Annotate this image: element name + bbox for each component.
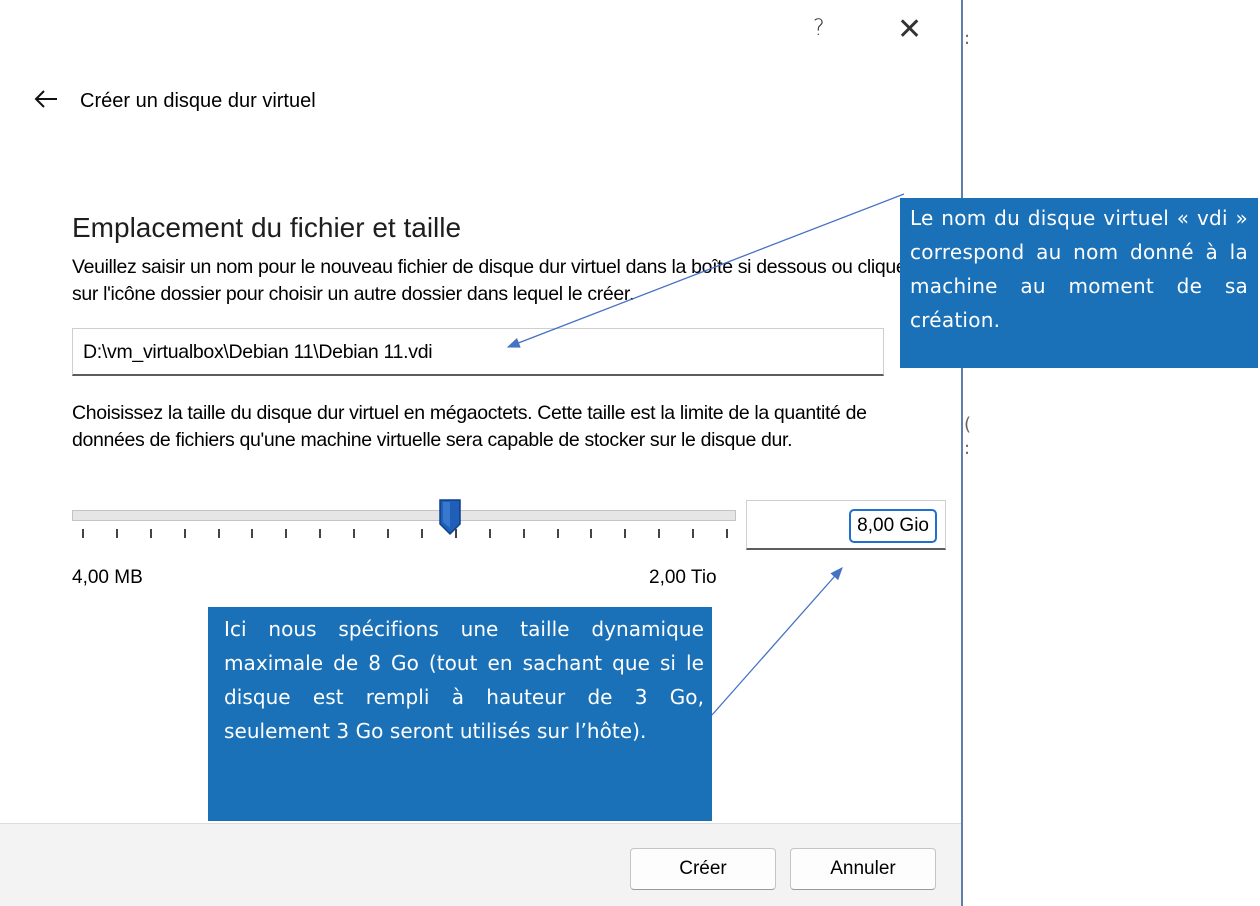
slider-tick — [624, 529, 627, 538]
location-help-text: Veuillez saisir un nom pour le nouveau f… — [72, 256, 916, 305]
callout-disk-size: Ici nous spécifions une taille dynamique… — [208, 607, 712, 821]
disk-size-slider[interactable] — [72, 498, 736, 548]
background-window-fragment: : — [964, 438, 971, 459]
slider-tick — [692, 529, 695, 538]
slider-track[interactable] — [72, 510, 736, 521]
slider-tick — [353, 529, 356, 538]
slider-tick — [115, 529, 118, 538]
background-window-fragment: : — [964, 28, 971, 49]
slider-tick — [82, 529, 84, 538]
slider-tick — [726, 529, 728, 538]
slider-tick — [183, 529, 186, 538]
slider-min-label: 4,00 MB — [72, 567, 143, 588]
size-help-text: Choisissez la taille du disque dur virtu… — [72, 402, 867, 451]
slider-tick — [319, 529, 322, 538]
file-path-input[interactable]: D:\vm_virtualbox\Debian 11\Debian 11.vdi — [72, 328, 884, 376]
slider-tick — [217, 529, 220, 538]
slider-tick — [522, 529, 525, 538]
slider-tick — [149, 529, 152, 538]
background-window-fragment: ( — [964, 414, 972, 435]
slider-tick — [488, 529, 491, 538]
slider-tick — [285, 529, 288, 538]
close-button[interactable]: ✕ — [897, 12, 922, 47]
screenshot-stage: ? ✕ Créer un disque dur virtuel Emplacem… — [0, 0, 1260, 906]
slider-tick — [658, 529, 661, 538]
slider-tick — [556, 529, 559, 538]
arrow-left-icon[interactable] — [33, 86, 59, 112]
create-button[interactable]: Créer — [630, 848, 776, 890]
slider-thumb[interactable] — [438, 498, 462, 538]
callout-disk-name: Le nom du disque virtuel « vdi » corresp… — [900, 198, 1258, 368]
help-button[interactable]: ? — [813, 16, 825, 41]
slider-tick — [251, 529, 254, 538]
slider-tick — [387, 529, 390, 538]
page-title: Emplacement du fichier et taille — [72, 212, 462, 243]
slider-tick — [420, 529, 423, 538]
wizard-breadcrumb: Créer un disque dur virtuel — [80, 90, 316, 112]
disk-size-value[interactable]: 8,00 Gio — [849, 509, 937, 543]
slider-tick — [590, 529, 593, 538]
cancel-button[interactable]: Annuler — [790, 848, 936, 890]
disk-size-input[interactable]: 8,00 Gio — [746, 500, 946, 550]
slider-max-label: 2,00 Tio — [649, 567, 717, 588]
